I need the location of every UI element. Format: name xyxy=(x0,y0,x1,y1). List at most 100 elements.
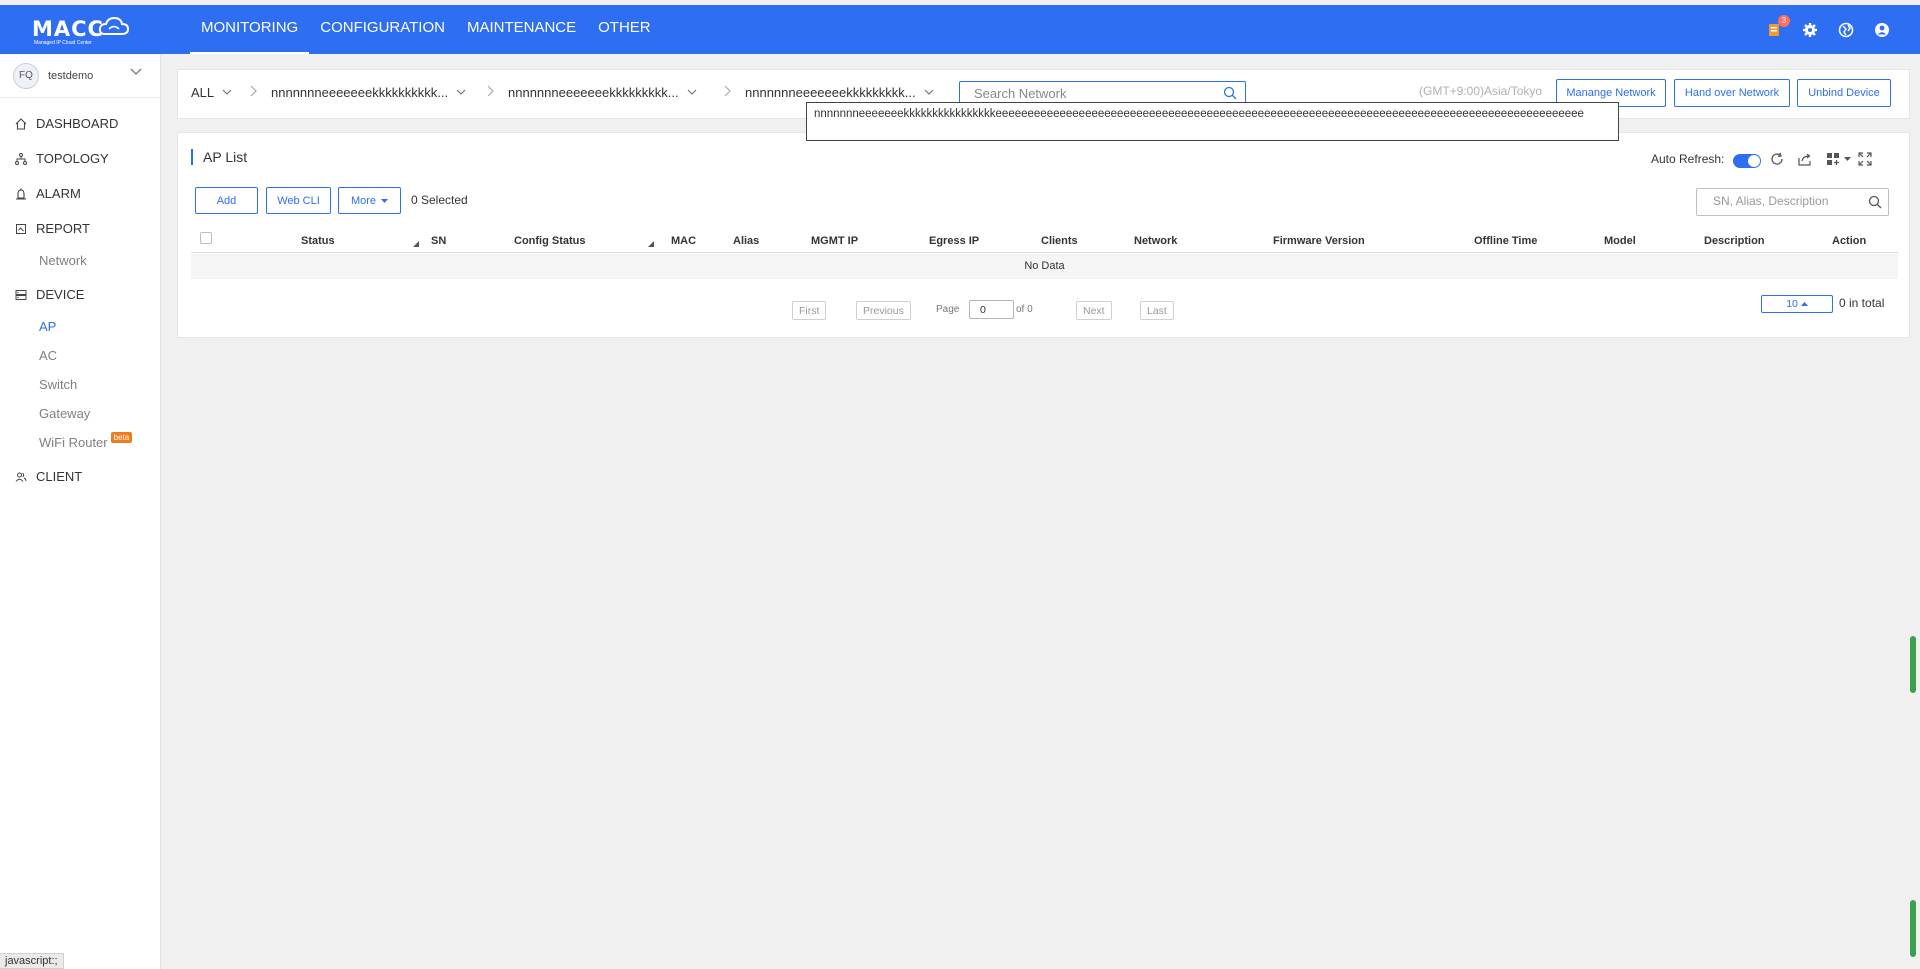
nav-configuration[interactable]: CONFIGURATION xyxy=(309,5,456,54)
select-all-checkbox[interactable] xyxy=(200,232,212,244)
panel-title: AP List xyxy=(191,149,247,165)
ap-list-panel: AP List Auto Refresh: Add Web CLI More 0… xyxy=(177,132,1910,338)
nav-maintenance[interactable]: MAINTENANCE xyxy=(456,5,587,54)
last-page-button[interactable]: Last xyxy=(1140,301,1174,320)
notification-icon[interactable]: 3 xyxy=(1766,14,1790,38)
more-dropdown-button[interactable]: More xyxy=(338,187,401,214)
username: testdemo xyxy=(48,69,94,82)
topology-icon xyxy=(15,152,28,165)
web-cli-button[interactable]: Web CLI xyxy=(266,187,331,214)
top-navigation-bar: MACC Managed IP Cloud Center MONITORING … xyxy=(0,5,1920,54)
sidebar-subitem-gateway[interactable]: Gateway xyxy=(0,399,160,428)
sidebar-subitem-network[interactable]: Network xyxy=(0,246,160,275)
sort-config-status-icon[interactable] xyxy=(648,241,654,247)
crumb-label: nnnnnnneeeeeeekkkkkkkkk... xyxy=(745,84,916,100)
sort-status-icon[interactable] xyxy=(413,241,419,247)
sidebar-item-label: REPORT xyxy=(36,221,90,236)
col-sn[interactable]: SN xyxy=(431,235,446,247)
device-icon xyxy=(15,288,28,301)
previous-page-button[interactable]: Previous xyxy=(856,301,911,320)
col-clients[interactable]: Clients xyxy=(1041,235,1078,247)
sidebar-item-report[interactable]: REPORT xyxy=(0,211,160,246)
sn-search-input[interactable] xyxy=(1713,194,1863,208)
globe-icon[interactable] xyxy=(1838,22,1854,38)
table-header: Status SN Config Status MAC Alias MGMT I… xyxy=(191,227,1898,253)
network-crumb-1-dropdown[interactable]: nnnnnnneeeeeeekkkkkkkkkk... xyxy=(271,70,466,114)
alarm-icon xyxy=(15,187,28,200)
hand-over-network-button[interactable]: Hand over Network xyxy=(1674,79,1790,107)
col-status[interactable]: Status xyxy=(301,235,335,247)
sidebar-item-label: DEVICE xyxy=(36,287,85,302)
network-crumb-2-dropdown[interactable]: nnnnnnneeeeeeekkkkkkkkk... xyxy=(508,70,697,114)
nav-other[interactable]: OTHER xyxy=(587,5,662,54)
col-network[interactable]: Network xyxy=(1134,235,1177,247)
search-icon[interactable] xyxy=(1868,195,1882,209)
sidebar-item-alarm[interactable]: ALARM xyxy=(0,176,160,211)
search-icon[interactable] xyxy=(1223,86,1237,100)
add-button[interactable]: Add xyxy=(195,187,258,214)
page-scrollbar-thumb[interactable] xyxy=(1910,636,1916,693)
page-of-total: of 0 xyxy=(1016,304,1033,315)
column-settings-icon[interactable] xyxy=(1826,152,1840,166)
chevron-down-icon xyxy=(924,89,933,95)
network-scope-all-dropdown[interactable]: ALL xyxy=(191,70,232,114)
chevron-down-icon xyxy=(222,89,232,95)
main-nav: MONITORING CONFIGURATION MAINTENANCE OTH… xyxy=(190,5,662,54)
caret-up-icon xyxy=(1800,302,1808,306)
col-alias[interactable]: Alias xyxy=(733,235,759,247)
page-size-select[interactable]: 10 xyxy=(1761,295,1833,313)
sidebar-subitem-ac[interactable]: AC xyxy=(0,341,160,370)
macc-logo[interactable]: MACC Managed IP Cloud Center xyxy=(30,15,140,47)
col-offline-time[interactable]: Offline Time xyxy=(1474,235,1537,247)
auto-refresh-toggle[interactable] xyxy=(1733,154,1761,168)
crumb-label: nnnnnnneeeeeeekkkkkkkkkk... xyxy=(271,84,449,100)
settings-gear-icon[interactable] xyxy=(1802,22,1818,38)
report-icon xyxy=(15,222,28,235)
sidebar-subitem-switch[interactable]: Switch xyxy=(0,370,160,399)
sidebar-subitem-label: WiFi Router xyxy=(39,435,108,450)
beta-badge: beta xyxy=(110,432,133,443)
sidebar-item-label: ALARM xyxy=(36,186,81,201)
caret-down-icon[interactable] xyxy=(1844,157,1851,162)
first-page-button[interactable]: First xyxy=(792,301,827,320)
sidebar-item-client[interactable]: CLIENT xyxy=(0,459,160,494)
sidebar-subitem-wifi-router[interactable]: WiFi Router beta xyxy=(0,428,160,457)
page-number-input[interactable] xyxy=(969,300,1014,319)
no-data-row: No Data xyxy=(191,254,1898,279)
logo-subtitle: Managed IP Cloud Center xyxy=(34,40,92,46)
col-mac[interactable]: MAC xyxy=(671,235,696,247)
col-firmware-version[interactable]: Firmware Version xyxy=(1273,235,1365,247)
col-model[interactable]: Model xyxy=(1604,235,1636,247)
sidebar-menu: DASHBOARD TOPOLOGY ALARM REPORT Network … xyxy=(0,106,160,494)
logo-text: MACC xyxy=(32,17,104,41)
fullscreen-icon[interactable] xyxy=(1858,152,1872,166)
sidebar-item-device[interactable]: DEVICE xyxy=(0,277,160,312)
col-mgmt-ip[interactable]: MGMT IP xyxy=(811,235,858,247)
user-account-icon[interactable] xyxy=(1874,22,1890,38)
unbind-device-button[interactable]: Unbind Device xyxy=(1797,79,1891,107)
page-size-value: 10 xyxy=(1786,298,1798,310)
top-right-icons: 3 xyxy=(1766,5,1890,54)
export-icon[interactable] xyxy=(1798,152,1812,166)
col-action[interactable]: Action xyxy=(1832,235,1866,247)
notification-badge: 3 xyxy=(1778,14,1790,27)
refresh-icon[interactable] xyxy=(1770,152,1784,166)
sn-search-field xyxy=(1696,188,1889,216)
sidebar-item-dashboard[interactable]: DASHBOARD xyxy=(0,106,160,141)
col-config-status[interactable]: Config Status xyxy=(514,235,586,247)
sidebar-item-topology[interactable]: TOPOLOGY xyxy=(0,141,160,176)
scrollbar-thumb-secondary[interactable] xyxy=(1910,900,1916,957)
nav-monitoring[interactable]: MONITORING xyxy=(190,5,310,54)
chevron-right-icon xyxy=(487,85,494,97)
client-icon xyxy=(15,470,28,483)
col-description[interactable]: Description xyxy=(1704,235,1765,247)
chevron-down-icon xyxy=(456,89,466,95)
home-icon xyxy=(15,117,28,130)
col-egress-ip[interactable]: Egress IP xyxy=(929,235,979,247)
sidebar-subitem-ap[interactable]: AP xyxy=(0,312,160,341)
caret-down-icon xyxy=(381,198,389,203)
chevron-down-icon xyxy=(130,68,142,75)
search-network-input[interactable] xyxy=(974,84,1214,102)
next-page-button[interactable]: Next xyxy=(1076,301,1112,320)
user-switcher[interactable]: FQ testdemo xyxy=(0,54,160,98)
